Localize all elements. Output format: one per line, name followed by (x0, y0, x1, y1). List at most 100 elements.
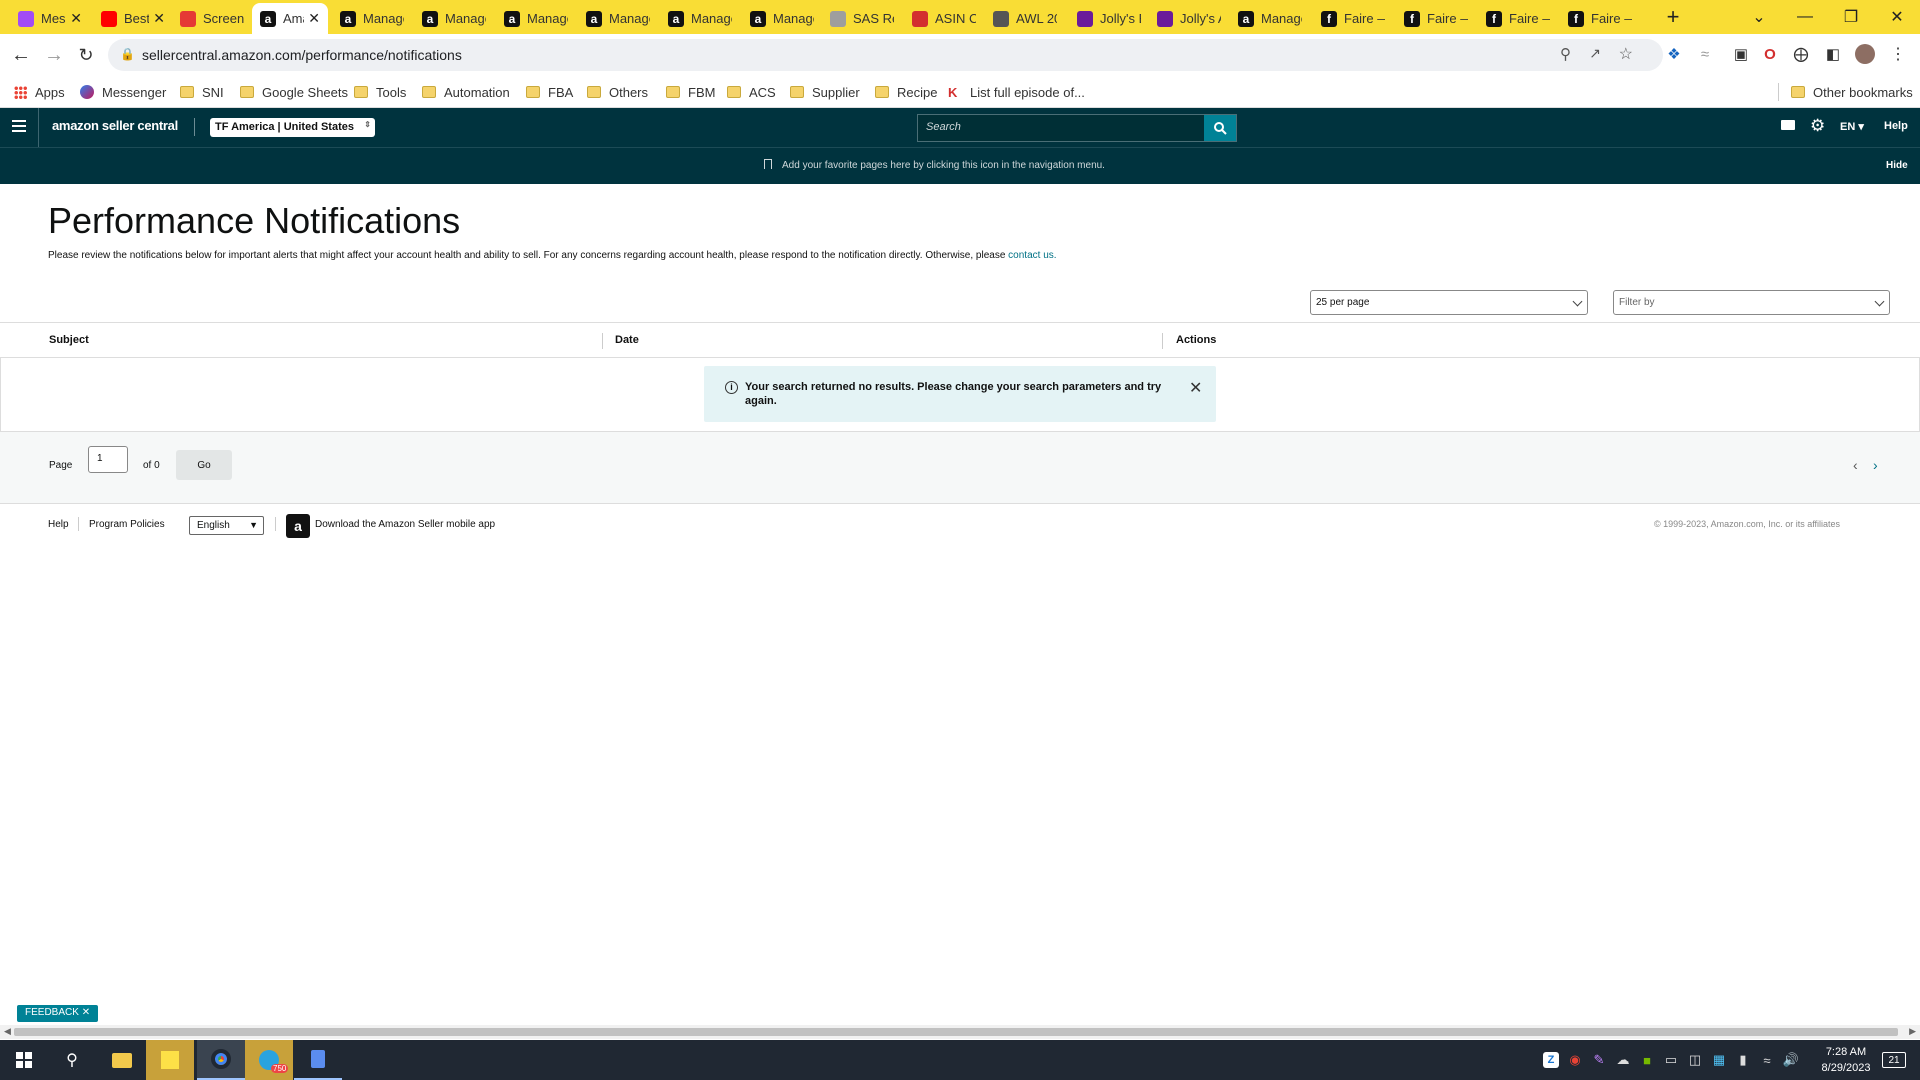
prev-page-icon[interactable]: ‹ (1853, 457, 1858, 473)
horizontal-scrollbar[interactable]: ◀ ▶ (0, 1025, 1920, 1039)
network-app-icon[interactable]: ▦ (1711, 1052, 1727, 1068)
hamburger-menu-icon[interactable] (12, 120, 26, 122)
search-input[interactable]: Search (926, 121, 961, 133)
program-policies-link[interactable]: Program Policies (89, 519, 165, 530)
browser-tab[interactable]: Jolly's A (1149, 3, 1229, 34)
column-subject[interactable]: Subject (49, 334, 89, 346)
bookmark-item[interactable]: Automation (422, 83, 510, 101)
amazon-app-icon[interactable]: a (286, 514, 310, 538)
help-link[interactable]: Help (1884, 120, 1908, 132)
app-download-link[interactable]: Download the Amazon Seller mobile app (315, 519, 495, 530)
browser-tab[interactable]: f Faire — (1313, 3, 1393, 34)
bookmark-item[interactable]: Recipe (875, 83, 937, 101)
wifi-icon[interactable]: ≈ (1759, 1052, 1775, 1068)
search-icon[interactable]: ⚲ (48, 1040, 96, 1080)
new-tab-button[interactable]: + (1650, 0, 1696, 34)
forward-icon[interactable]: → (42, 43, 66, 67)
close-tab-icon[interactable]: ✕ (153, 10, 165, 27)
browser-tab[interactable]: a Manage (578, 3, 658, 34)
contact-us-link[interactable]: contact us. (1008, 250, 1056, 261)
go-button[interactable]: Go (176, 450, 232, 480)
search-button[interactable] (1204, 115, 1236, 141)
bookmark-item[interactable]: Messenger (80, 83, 166, 101)
opera-icon[interactable]: O (1760, 44, 1780, 64)
bookmark-item[interactable]: FBA (526, 83, 573, 101)
scroll-left-icon[interactable]: ◀ (4, 1026, 11, 1037)
browser-tab[interactable]: f Faire — (1478, 3, 1558, 34)
browser-tab[interactable]: Jolly's B (1069, 3, 1149, 34)
calculator-icon[interactable] (294, 1040, 342, 1080)
back-icon[interactable]: ← (9, 43, 33, 67)
pen-icon[interactable]: ✎ (1591, 1052, 1607, 1068)
battery-icon[interactable]: ▮ (1735, 1052, 1751, 1068)
browser-tab[interactable]: a Amazon ✕ (252, 3, 328, 34)
display-icon[interactable]: ▭ (1663, 1052, 1679, 1068)
per-page-select[interactable]: 25 per page (1310, 290, 1588, 315)
footer-help-link[interactable]: Help (48, 519, 69, 530)
minimize-icon[interactable]: — (1782, 0, 1828, 34)
seller-central-logo[interactable]: amazon seller central (52, 118, 178, 133)
address-bar[interactable]: 🔒 sellercentral.amazon.com/performance/n… (108, 39, 1663, 71)
column-date[interactable]: Date (615, 334, 639, 346)
mail-icon[interactable] (1781, 120, 1795, 130)
language-selector[interactable]: EN ▾ (1840, 120, 1864, 133)
clock[interactable]: 7:28 AM 8/29/2023 (1806, 1044, 1886, 1076)
restore-icon[interactable]: ❐ (1828, 0, 1874, 34)
menu-dots-icon[interactable]: ⋮ (1888, 44, 1908, 64)
browser-tab[interactable]: a Manage (742, 3, 822, 34)
extension-icon[interactable]: ▣ (1731, 44, 1751, 64)
marketplace-selector[interactable]: TF America | United States ⇕ (210, 118, 375, 137)
hide-link[interactable]: Hide (1886, 160, 1908, 171)
bookmark-item[interactable]: Apps (14, 83, 65, 101)
file-explorer-icon[interactable] (98, 1040, 146, 1080)
footer-language-select[interactable]: English ▼ (189, 516, 264, 535)
browser-tab[interactable]: f Faire — (1396, 3, 1476, 34)
close-icon[interactable]: ✕ (82, 1007, 90, 1018)
notification-center-icon[interactable]: 21 (1882, 1052, 1906, 1068)
share-icon[interactable]: ↗ (1589, 45, 1601, 62)
browser-tab[interactable]: a Manage (496, 3, 576, 34)
tab-search-icon[interactable]: ⌄ (1736, 0, 1782, 34)
other-bookmarks[interactable]: Other bookmarks (1791, 83, 1913, 101)
bookmark-item[interactable]: FBM (666, 83, 715, 101)
browser-tab[interactable]: Messenger ✕ (10, 3, 90, 34)
zoom-icon[interactable]: ⚲ (1560, 45, 1571, 63)
volume-icon[interactable]: 🔊 (1783, 1052, 1799, 1068)
chrome-tray-icon[interactable]: ◉ (1567, 1052, 1583, 1068)
avatar[interactable] (1855, 44, 1875, 64)
browser-tab[interactable]: Screens (172, 3, 252, 34)
monitor-icon[interactable]: ◫ (1687, 1052, 1703, 1068)
zoom-app-icon[interactable]: Z (1543, 1052, 1559, 1068)
bookmark-item[interactable]: Tools (354, 83, 406, 101)
close-tab-icon[interactable]: ✕ (308, 10, 320, 27)
page-number-input[interactable]: 1 (88, 446, 128, 473)
extension-icon[interactable]: ≈ (1695, 44, 1715, 64)
scroll-right-icon[interactable]: ▶ (1909, 1026, 1916, 1037)
telegram-icon[interactable]: 750 (245, 1040, 293, 1080)
onedrive-icon[interactable]: ☁ (1615, 1052, 1631, 1068)
browser-tab[interactable]: a Manage (1230, 3, 1310, 34)
browser-tab[interactable]: a Manage (660, 3, 740, 34)
bookmark-item[interactable]: Google Sheets (240, 83, 348, 101)
start-button[interactable] (0, 1040, 48, 1080)
browser-tab[interactable]: AWL 20 (985, 3, 1065, 34)
close-icon[interactable]: ✕ (1189, 378, 1202, 398)
next-page-icon[interactable]: › (1873, 457, 1878, 473)
browser-tab[interactable]: Best ✕ (93, 3, 173, 34)
feedback-button[interactable]: FEEDBACK ✕ (17, 1005, 99, 1022)
url-text[interactable]: sellercentral.amazon.com/performance/not… (142, 47, 462, 63)
nvidia-icon[interactable]: ■ (1639, 1052, 1655, 1068)
chrome-icon[interactable] (197, 1040, 245, 1080)
bookmark-item[interactable]: SNI (180, 83, 224, 101)
puzzle-icon[interactable]: ⨁ (1791, 44, 1811, 64)
reload-icon[interactable]: ↻ (74, 43, 98, 67)
bookmark-star-icon[interactable]: ☆ (1619, 44, 1633, 64)
sticky-notes-icon[interactable] (146, 1040, 194, 1080)
browser-tab[interactable]: a Manage (414, 3, 494, 34)
bookmark-item[interactable]: ACS (727, 83, 776, 101)
scrollbar-thumb[interactable] (14, 1028, 1898, 1036)
browser-tab[interactable]: a Manage (332, 3, 412, 34)
close-tab-icon[interactable]: ✕ (70, 10, 82, 27)
filter-select[interactable]: Filter by (1613, 290, 1890, 315)
bookmark-item[interactable]: Supplier (790, 83, 860, 101)
